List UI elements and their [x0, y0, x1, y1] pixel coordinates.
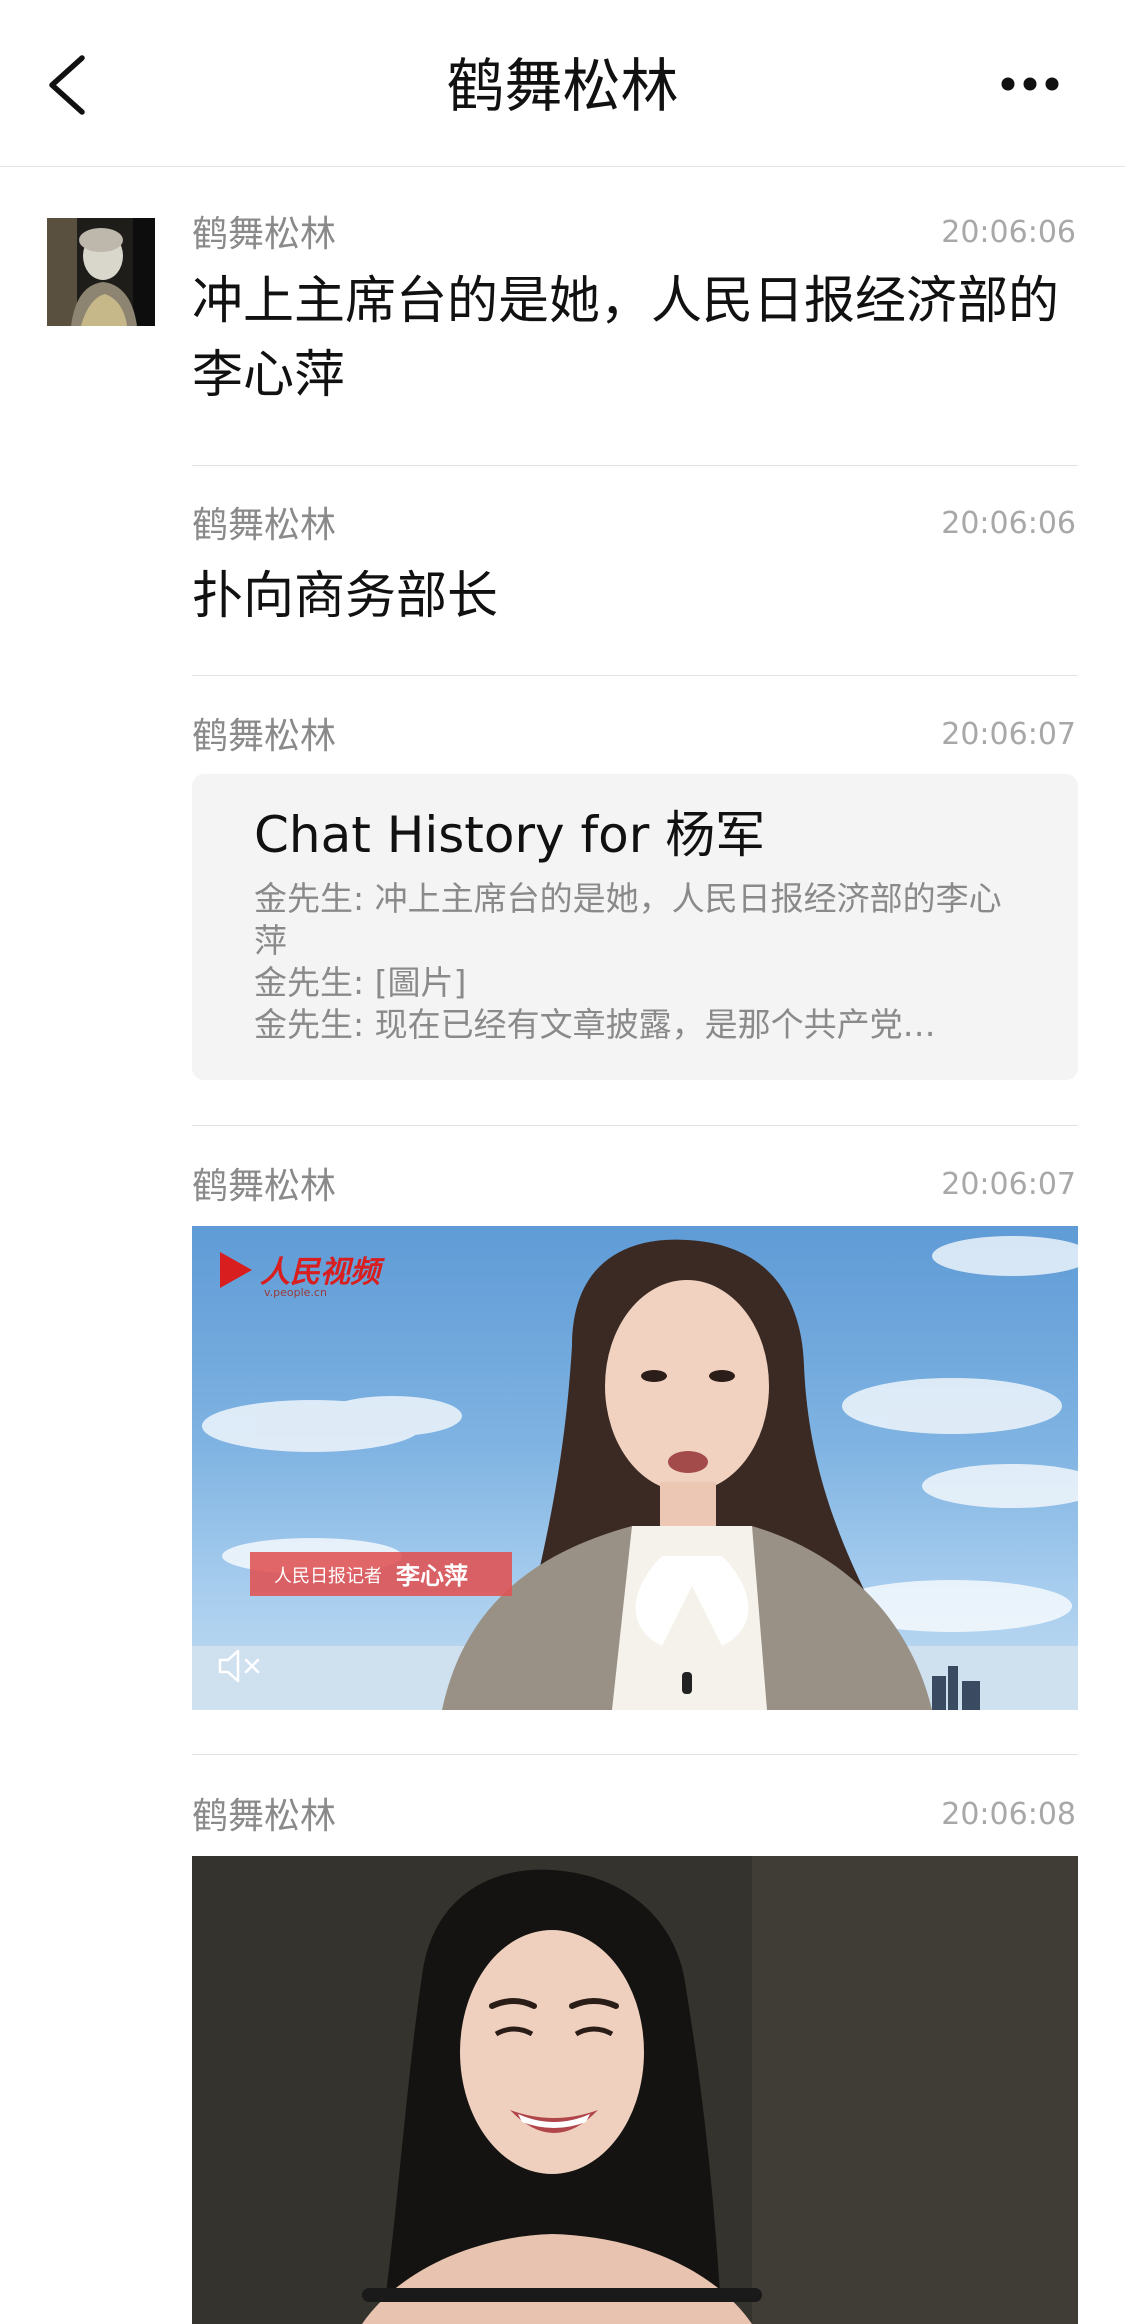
message-time: 20:06:07: [941, 717, 1076, 752]
message-time: 20:06:06: [941, 215, 1076, 250]
photo-image: [192, 1856, 1078, 2324]
chat-history-title: Chat History for 杨军: [254, 806, 766, 864]
logo-text: 人民视频: [260, 1255, 386, 1290]
photo-thumbnail[interactable]: [192, 1856, 1078, 2324]
more-dots-icon: [1001, 77, 1059, 91]
message-sender: 鹤舞松林: [192, 1796, 337, 1837]
message-header: 鹤舞松林 20:06:07: [192, 1163, 1078, 1223]
mute-icon[interactable]: [216, 1646, 268, 1686]
chat-history-preview: 金先生: 冲上主席台的是她，人民日报经济部的李心萍 金先生: [圖片] 金先生:…: [254, 878, 1034, 1046]
people-video-logo: 人民视频 v.people.cn: [220, 1252, 386, 1299]
avatar[interactable]: [47, 218, 155, 326]
message-text: 扑向商务部长: [192, 567, 499, 626]
chat-history-card[interactable]: Chat History for 杨军 金先生: 冲上主席台的是她，人民日报经济…: [192, 774, 1078, 1080]
message-item[interactable]: 鹤舞松林 20:06:06 扑向商务部长: [192, 502, 1078, 642]
caption-name: 李心萍: [396, 1562, 468, 1590]
message-time: 20:06:08: [941, 1797, 1076, 1832]
message-header: 鹤舞松林 20:06:07: [192, 713, 1078, 773]
home-indicator[interactable]: [362, 2288, 762, 2302]
message-sender: 鹤舞松林: [192, 716, 337, 757]
caption-label: 人民日报记者: [274, 1566, 382, 1587]
chat-history-line: 金先生: 冲上主席台的是她，人民日报经济部的李心萍: [254, 879, 1002, 960]
nav-bar: 鹤舞松林: [0, 0, 1125, 167]
message-sender: 鹤舞松林: [192, 214, 337, 255]
divider: [192, 675, 1078, 676]
video-thumbnail[interactable]: 人民视频 v.people.cn 人民日报记者 李心萍: [192, 1226, 1078, 1710]
chat-history-line: 金先生: 现在已经有文章披露，是那个共产党…: [254, 1005, 936, 1044]
page-title: 鹤舞松林: [446, 52, 679, 120]
chat-history-line: 金先生: [圖片]: [254, 963, 467, 1002]
message-time: 20:06:07: [941, 1167, 1076, 1202]
video-caption: 人民日报记者 李心萍: [250, 1552, 512, 1596]
more-button[interactable]: [990, 64, 1070, 104]
message-time: 20:06:06: [941, 506, 1076, 541]
message-sender: 鹤舞松林: [192, 505, 337, 546]
logo-sub: v.people.cn: [264, 1286, 327, 1299]
message-sender: 鹤舞松林: [192, 1166, 337, 1207]
message-item[interactable]: 鹤舞松林 20:06:06 冲上主席台的是她，人民日报经济部的李心萍: [192, 211, 1078, 431]
avatar-image: [47, 218, 155, 326]
message-text: 冲上主席台的是她，人民日报经济部的李心萍: [192, 272, 1060, 405]
video-frame: 人民视频 v.people.cn 人民日报记者 李心萍: [192, 1236, 1078, 1710]
divider: [192, 1125, 1078, 1126]
message-header: 鹤舞松林 20:06:08: [192, 1793, 1078, 1853]
divider: [192, 465, 1078, 466]
divider: [192, 1754, 1078, 1755]
